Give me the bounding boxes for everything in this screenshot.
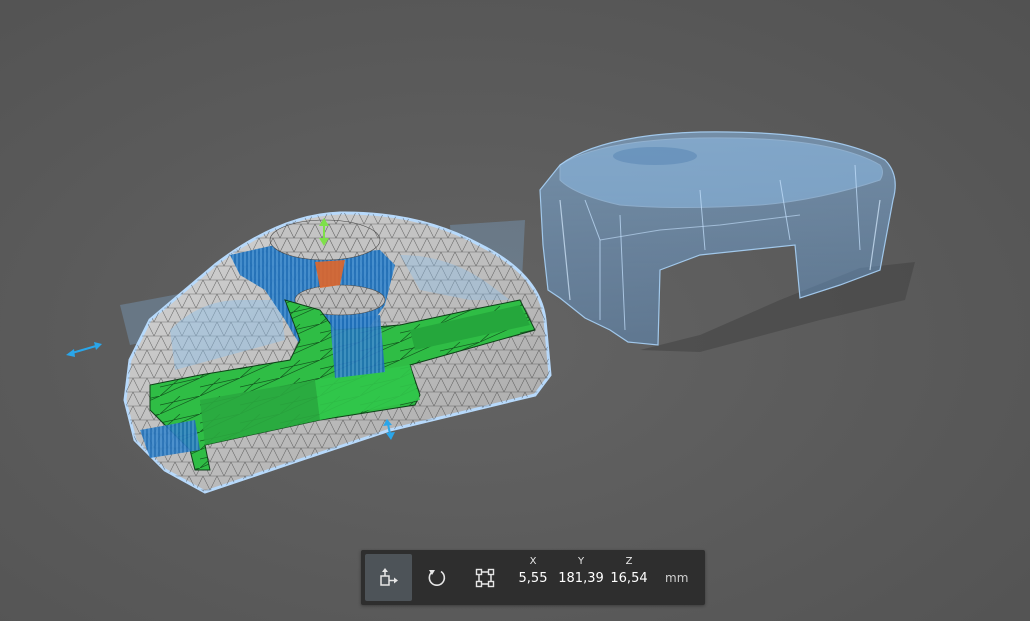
scale-icon — [475, 568, 494, 587]
z-coordinate-field[interactable]: Z 16,54 — [605, 554, 653, 601]
3d-viewport[interactable]: X 5,55 Y 181,39 Z 16,54 mm — [0, 0, 1030, 621]
move-icon — [379, 567, 398, 586]
transform-toolbar: X 5,55 Y 181,39 Z 16,54 mm — [361, 550, 705, 605]
sectioned-part[interactable] — [120, 211, 552, 494]
x-coordinate-field[interactable]: X 5,55 — [509, 554, 557, 601]
x-axis-arrow[interactable] — [66, 342, 102, 357]
move-tool-button[interactable] — [365, 554, 412, 601]
cap-shadow — [640, 262, 915, 352]
y-coordinate-field[interactable]: Y 181,39 — [557, 554, 605, 601]
y-axis-label: Y — [577, 556, 585, 567]
z-axis-label: Z — [625, 556, 633, 567]
x-axis-label: X — [529, 556, 537, 567]
scene-canvas[interactable] — [0, 0, 1030, 621]
rotate-icon — [428, 569, 445, 586]
y-value[interactable]: 181,39 — [557, 571, 605, 586]
unit-label: mm — [665, 571, 689, 585]
z-value[interactable]: 16,54 — [605, 571, 653, 586]
x-value[interactable]: 5,55 — [509, 571, 557, 586]
rotate-tool-button[interactable] — [413, 554, 460, 601]
scale-tool-button[interactable] — [461, 554, 508, 601]
